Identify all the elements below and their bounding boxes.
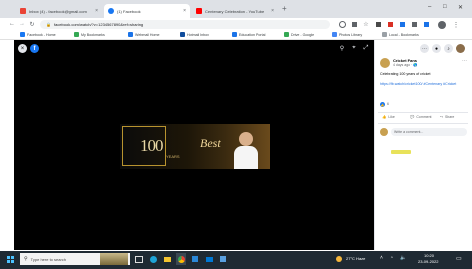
messenger-icon[interactable]: ●	[432, 44, 441, 53]
clock-time[interactable]: 10:20	[424, 253, 434, 258]
bookmark-item[interactable]: Webmail Home	[128, 31, 160, 38]
commenter-avatar	[380, 128, 388, 136]
person-image	[232, 130, 260, 169]
menu-icon[interactable]: ⋮	[452, 19, 460, 30]
comment-icon: 💬	[410, 115, 415, 119]
photos-icon[interactable]	[218, 253, 228, 265]
close-window-button[interactable]: ✕	[458, 4, 463, 11]
zoom-in-icon[interactable]: ⚲	[338, 44, 346, 52]
zoom-icon[interactable]	[338, 20, 346, 29]
url-text: facebook.com/watch/?v=1234567890&ref=sha…	[53, 22, 144, 27]
tab-gmail[interactable]: Inbox (4) - facebook@gmail.com ×	[16, 4, 102, 18]
close-video-icon[interactable]: ×	[18, 44, 27, 53]
address-bar[interactable]: 🔒 facebook.com/watch/?v=1234567890&ref=s…	[40, 20, 330, 29]
video-banner: 100 YEARS Best	[120, 124, 270, 169]
minimize-button[interactable]: –	[428, 4, 431, 10]
divider	[378, 112, 468, 113]
comment-button[interactable]: 💬 Comment	[410, 115, 432, 119]
bookmark-icon	[128, 32, 133, 37]
share-button[interactable]: ↪ Share	[440, 115, 454, 119]
like-icon: 👍	[382, 115, 387, 119]
post-time: 4 days ago · 🌎	[393, 63, 418, 67]
divider	[378, 123, 468, 124]
grid-menu-icon[interactable]: ⋯	[420, 44, 429, 53]
maximize-button[interactable]: □	[443, 4, 447, 10]
search-icon: ⚲	[24, 256, 28, 262]
extension-icon[interactable]	[374, 20, 382, 29]
bookmark-icon	[74, 32, 79, 37]
close-tab-icon[interactable]: ×	[183, 8, 186, 14]
banner-sub: YEARS	[166, 154, 180, 159]
facebook-logo-icon[interactable]: f	[30, 44, 39, 53]
network-icon[interactable]: ◔	[390, 255, 393, 261]
file-explorer-icon[interactable]	[162, 253, 172, 265]
post-link[interactable]: https://fb.watch/cricket100/ #Centenary …	[380, 82, 468, 87]
edge-icon[interactable]	[148, 253, 158, 265]
reload-icon[interactable]: ↻	[28, 19, 36, 29]
account-avatar[interactable]	[456, 44, 465, 53]
new-tab-button[interactable]: +	[282, 4, 287, 13]
close-tab-icon[interactable]: ×	[95, 8, 98, 14]
star-icon[interactable]: ☆	[362, 20, 370, 29]
share-icon[interactable]	[350, 20, 358, 29]
lock-icon: 🔒	[46, 22, 51, 27]
facebook-icon	[108, 8, 114, 14]
forward-icon[interactable]: →	[18, 19, 26, 29]
bookmark-item[interactable]: My Bookmarks	[74, 31, 105, 38]
volume-icon[interactable]: 🔈	[400, 255, 406, 261]
clock-date[interactable]: 23-09-2022	[418, 259, 438, 264]
bookmark-icon	[284, 32, 289, 37]
bookmark-item[interactable]: Hotmail Inbox	[180, 31, 209, 38]
bookmark-item[interactable]: Drive - Google	[284, 31, 314, 38]
bookmark-item[interactable]: Education Portal	[232, 31, 265, 38]
profile-avatar[interactable]	[436, 19, 447, 30]
weather-icon[interactable]	[334, 253, 344, 265]
post-caption: Celebrating 100 years of cricket	[380, 72, 431, 76]
bookmark-icon	[382, 32, 387, 37]
task-view-icon[interactable]	[134, 253, 144, 265]
banner-script: Best	[200, 136, 221, 150]
post-options-icon[interactable]: ⋯	[462, 58, 467, 64]
tab-facebook[interactable]: (1) Facebook ×	[104, 4, 190, 18]
tag-icon[interactable]: ⌖	[350, 44, 358, 52]
tab-title: Inbox (4) - facebook@gmail.com	[29, 8, 87, 14]
tab-youtube[interactable]: Centenary Celebration - YouTube ×	[192, 4, 278, 18]
tab-title: Centenary Celebration - YouTube	[205, 8, 265, 14]
page-avatar[interactable]	[380, 58, 390, 68]
bookmark-icon	[180, 32, 185, 37]
back-icon[interactable]: ←	[8, 19, 16, 29]
extension-red-icon[interactable]	[386, 20, 394, 29]
notification-icon[interactable]: ▭	[456, 255, 462, 262]
comment-tools-icon[interactable]	[391, 150, 411, 154]
taskbar-landscape	[100, 253, 128, 265]
weather-text[interactable]: 27°C Haze	[346, 256, 365, 261]
bookmark-item[interactable]: Facebook - Home	[20, 31, 56, 38]
mail-icon[interactable]	[204, 253, 214, 265]
fullscreen-icon[interactable]: ⤢	[362, 44, 370, 52]
tab-title: (1) Facebook	[117, 8, 141, 14]
tray-chevron-icon[interactable]: ˄	[380, 255, 383, 261]
bookmark-item[interactable]: Photos Library	[332, 31, 362, 38]
reaction-count[interactable]: 6	[387, 102, 389, 106]
windows-start-icon[interactable]	[4, 253, 16, 265]
notifications-icon[interactable]: ♪	[444, 44, 453, 53]
like-button[interactable]: 👍 Like	[382, 115, 395, 119]
like-reaction-icon: 👍	[380, 102, 385, 107]
extension-blue-icon[interactable]	[398, 20, 406, 29]
store-icon[interactable]	[190, 253, 200, 265]
chrome-icon[interactable]	[176, 253, 186, 265]
bookmark-icon	[20, 32, 25, 37]
youtube-icon	[196, 8, 202, 14]
bookmark-icon	[332, 32, 337, 37]
bookmark-icon	[232, 32, 237, 37]
banner-number: 100	[140, 136, 163, 155]
close-tab-icon[interactable]: ×	[271, 8, 274, 14]
bookmark-item[interactable]: Local - Bookmarks	[382, 31, 419, 38]
sidebar-icon[interactable]	[422, 20, 430, 29]
gmail-icon	[20, 8, 26, 14]
extensions-puzzle-icon[interactable]	[410, 20, 418, 29]
comment-input[interactable]: Write a comment...	[391, 128, 467, 136]
share-arrow-icon: ↪	[440, 115, 443, 119]
